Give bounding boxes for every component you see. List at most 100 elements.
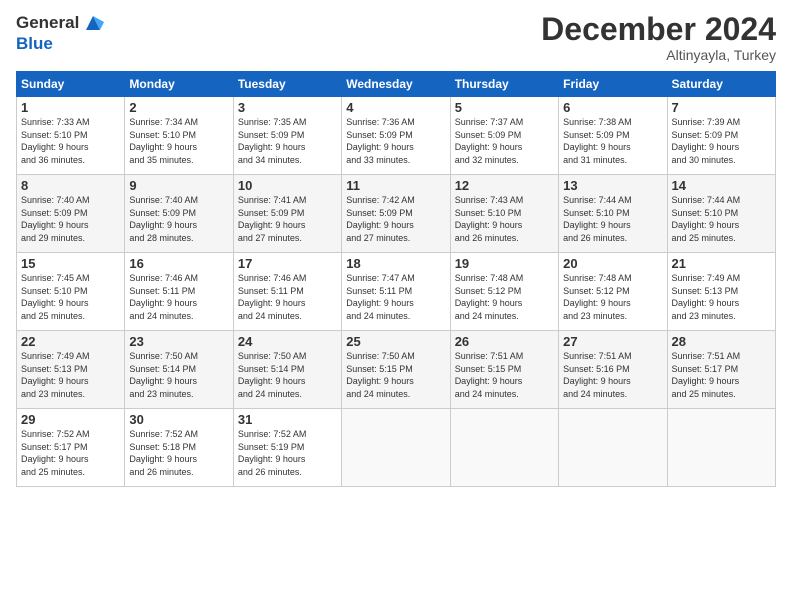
calendar-cell: 7Sunrise: 7:39 AMSunset: 5:09 PMDaylight…	[667, 97, 775, 175]
calendar-cell: 1Sunrise: 7:33 AMSunset: 5:10 PMDaylight…	[17, 97, 125, 175]
day-number: 14	[672, 178, 771, 193]
calendar-cell: 21Sunrise: 7:49 AMSunset: 5:13 PMDayligh…	[667, 253, 775, 331]
calendar-cell: 11Sunrise: 7:42 AMSunset: 5:09 PMDayligh…	[342, 175, 450, 253]
day-number: 29	[21, 412, 120, 427]
day-number: 31	[238, 412, 337, 427]
day-details: Sunrise: 7:46 AMSunset: 5:11 PMDaylight:…	[238, 272, 337, 322]
day-details: Sunrise: 7:39 AMSunset: 5:09 PMDaylight:…	[672, 116, 771, 166]
day-details: Sunrise: 7:44 AMSunset: 5:10 PMDaylight:…	[672, 194, 771, 244]
calendar-cell: 22Sunrise: 7:49 AMSunset: 5:13 PMDayligh…	[17, 331, 125, 409]
calendar-cell	[667, 409, 775, 487]
day-number: 7	[672, 100, 771, 115]
calendar-cell: 3Sunrise: 7:35 AMSunset: 5:09 PMDaylight…	[233, 97, 341, 175]
calendar-cell: 16Sunrise: 7:46 AMSunset: 5:11 PMDayligh…	[125, 253, 233, 331]
day-number: 17	[238, 256, 337, 271]
day-number: 18	[346, 256, 445, 271]
day-details: Sunrise: 7:48 AMSunset: 5:12 PMDaylight:…	[455, 272, 554, 322]
calendar-cell: 20Sunrise: 7:48 AMSunset: 5:12 PMDayligh…	[559, 253, 667, 331]
logo-blue-text: Blue	[16, 34, 104, 54]
day-details: Sunrise: 7:40 AMSunset: 5:09 PMDaylight:…	[21, 194, 120, 244]
day-number: 13	[563, 178, 662, 193]
calendar-cell: 12Sunrise: 7:43 AMSunset: 5:10 PMDayligh…	[450, 175, 558, 253]
calendar-cell: 13Sunrise: 7:44 AMSunset: 5:10 PMDayligh…	[559, 175, 667, 253]
calendar-cell: 19Sunrise: 7:48 AMSunset: 5:12 PMDayligh…	[450, 253, 558, 331]
calendar-header-row: SundayMondayTuesdayWednesdayThursdayFrid…	[17, 72, 776, 97]
logo: General Blue	[16, 12, 104, 54]
calendar-cell: 9Sunrise: 7:40 AMSunset: 5:09 PMDaylight…	[125, 175, 233, 253]
calendar-cell: 15Sunrise: 7:45 AMSunset: 5:10 PMDayligh…	[17, 253, 125, 331]
day-details: Sunrise: 7:52 AMSunset: 5:17 PMDaylight:…	[21, 428, 120, 478]
calendar-cell: 28Sunrise: 7:51 AMSunset: 5:17 PMDayligh…	[667, 331, 775, 409]
calendar-cell: 27Sunrise: 7:51 AMSunset: 5:16 PMDayligh…	[559, 331, 667, 409]
calendar-body: 1Sunrise: 7:33 AMSunset: 5:10 PMDaylight…	[17, 97, 776, 487]
day-number: 26	[455, 334, 554, 349]
day-number: 22	[21, 334, 120, 349]
day-number: 16	[129, 256, 228, 271]
calendar-week-row: 15Sunrise: 7:45 AMSunset: 5:10 PMDayligh…	[17, 253, 776, 331]
month-title: December 2024	[541, 12, 776, 47]
day-number: 20	[563, 256, 662, 271]
calendar-week-row: 29Sunrise: 7:52 AMSunset: 5:17 PMDayligh…	[17, 409, 776, 487]
title-block: December 2024 Altinyayla, Turkey	[541, 12, 776, 63]
weekday-header: Wednesday	[342, 72, 450, 97]
day-number: 11	[346, 178, 445, 193]
calendar-cell: 30Sunrise: 7:52 AMSunset: 5:18 PMDayligh…	[125, 409, 233, 487]
day-details: Sunrise: 7:51 AMSunset: 5:17 PMDaylight:…	[672, 350, 771, 400]
day-number: 3	[238, 100, 337, 115]
day-details: Sunrise: 7:51 AMSunset: 5:15 PMDaylight:…	[455, 350, 554, 400]
day-details: Sunrise: 7:35 AMSunset: 5:09 PMDaylight:…	[238, 116, 337, 166]
calendar-cell: 31Sunrise: 7:52 AMSunset: 5:19 PMDayligh…	[233, 409, 341, 487]
calendar-cell: 29Sunrise: 7:52 AMSunset: 5:17 PMDayligh…	[17, 409, 125, 487]
calendar-cell: 17Sunrise: 7:46 AMSunset: 5:11 PMDayligh…	[233, 253, 341, 331]
day-number: 2	[129, 100, 228, 115]
weekday-header: Friday	[559, 72, 667, 97]
day-number: 4	[346, 100, 445, 115]
calendar-cell: 26Sunrise: 7:51 AMSunset: 5:15 PMDayligh…	[450, 331, 558, 409]
weekday-header: Sunday	[17, 72, 125, 97]
page: General Blue December 2024 Altinyayla, T…	[0, 0, 792, 612]
day-number: 21	[672, 256, 771, 271]
day-number: 10	[238, 178, 337, 193]
calendar-cell	[342, 409, 450, 487]
header: General Blue December 2024 Altinyayla, T…	[16, 12, 776, 63]
day-number: 8	[21, 178, 120, 193]
calendar-week-row: 1Sunrise: 7:33 AMSunset: 5:10 PMDaylight…	[17, 97, 776, 175]
day-number: 5	[455, 100, 554, 115]
day-number: 19	[455, 256, 554, 271]
day-details: Sunrise: 7:41 AMSunset: 5:09 PMDaylight:…	[238, 194, 337, 244]
calendar-cell: 18Sunrise: 7:47 AMSunset: 5:11 PMDayligh…	[342, 253, 450, 331]
calendar-cell: 10Sunrise: 7:41 AMSunset: 5:09 PMDayligh…	[233, 175, 341, 253]
logo-general-text: General	[16, 13, 79, 33]
day-details: Sunrise: 7:38 AMSunset: 5:09 PMDaylight:…	[563, 116, 662, 166]
day-details: Sunrise: 7:37 AMSunset: 5:09 PMDaylight:…	[455, 116, 554, 166]
calendar-table: SundayMondayTuesdayWednesdayThursdayFrid…	[16, 71, 776, 487]
calendar-cell: 14Sunrise: 7:44 AMSunset: 5:10 PMDayligh…	[667, 175, 775, 253]
day-number: 23	[129, 334, 228, 349]
calendar-cell: 8Sunrise: 7:40 AMSunset: 5:09 PMDaylight…	[17, 175, 125, 253]
location: Altinyayla, Turkey	[541, 47, 776, 63]
calendar-cell: 24Sunrise: 7:50 AMSunset: 5:14 PMDayligh…	[233, 331, 341, 409]
day-number: 27	[563, 334, 662, 349]
calendar-cell: 4Sunrise: 7:36 AMSunset: 5:09 PMDaylight…	[342, 97, 450, 175]
calendar-cell: 5Sunrise: 7:37 AMSunset: 5:09 PMDaylight…	[450, 97, 558, 175]
day-number: 28	[672, 334, 771, 349]
calendar-cell	[450, 409, 558, 487]
day-number: 30	[129, 412, 228, 427]
calendar-cell: 2Sunrise: 7:34 AMSunset: 5:10 PMDaylight…	[125, 97, 233, 175]
day-details: Sunrise: 7:36 AMSunset: 5:09 PMDaylight:…	[346, 116, 445, 166]
day-number: 25	[346, 334, 445, 349]
weekday-header: Thursday	[450, 72, 558, 97]
day-number: 15	[21, 256, 120, 271]
day-number: 12	[455, 178, 554, 193]
logo-icon	[82, 12, 104, 34]
day-details: Sunrise: 7:50 AMSunset: 5:15 PMDaylight:…	[346, 350, 445, 400]
calendar-cell: 25Sunrise: 7:50 AMSunset: 5:15 PMDayligh…	[342, 331, 450, 409]
day-details: Sunrise: 7:52 AMSunset: 5:19 PMDaylight:…	[238, 428, 337, 478]
day-details: Sunrise: 7:34 AMSunset: 5:10 PMDaylight:…	[129, 116, 228, 166]
day-details: Sunrise: 7:44 AMSunset: 5:10 PMDaylight:…	[563, 194, 662, 244]
day-details: Sunrise: 7:51 AMSunset: 5:16 PMDaylight:…	[563, 350, 662, 400]
calendar-cell: 6Sunrise: 7:38 AMSunset: 5:09 PMDaylight…	[559, 97, 667, 175]
day-details: Sunrise: 7:50 AMSunset: 5:14 PMDaylight:…	[129, 350, 228, 400]
day-details: Sunrise: 7:46 AMSunset: 5:11 PMDaylight:…	[129, 272, 228, 322]
day-details: Sunrise: 7:45 AMSunset: 5:10 PMDaylight:…	[21, 272, 120, 322]
